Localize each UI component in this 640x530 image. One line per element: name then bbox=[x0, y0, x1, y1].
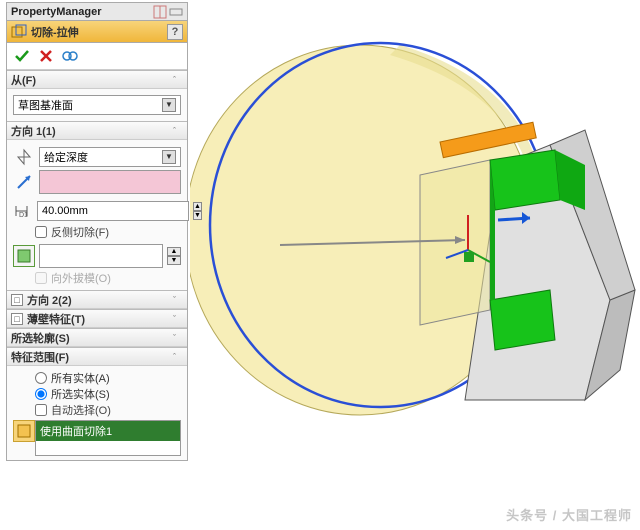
direction-arrow-icon[interactable] bbox=[13, 171, 35, 193]
section-dir1-header[interactable]: 方向 1(1) ˆ bbox=[7, 122, 187, 140]
scope-label: 特征范围(F) bbox=[11, 349, 173, 365]
section-thin: □ 薄壁特征(T) ˇ bbox=[7, 309, 187, 328]
reverse-dir-icon[interactable] bbox=[13, 146, 35, 168]
svg-text:D1: D1 bbox=[19, 212, 28, 219]
feature-title-bar: 切除-拉伸 ? bbox=[7, 21, 187, 43]
dropdown-icon: ▼ bbox=[162, 150, 176, 164]
section-dir1: 方向 1(1) ˆ 给定深度 ▼ D1 ▲▼ 反侧切除(F) bbox=[7, 121, 187, 290]
endcond-select[interactable]: 给定深度 ▼ bbox=[39, 147, 181, 167]
feature-name: 切除-拉伸 bbox=[31, 24, 167, 40]
dropdown-icon: ▼ bbox=[162, 98, 176, 112]
draft-spinner[interactable]: ▲▼ bbox=[167, 247, 181, 265]
scope-body-item[interactable]: 使用曲面切除1 bbox=[36, 421, 180, 441]
pm-title: PropertyManager bbox=[11, 6, 151, 18]
section-contours-header[interactable]: 所选轮廓(S) ˇ bbox=[7, 329, 187, 347]
draft-icon[interactable] bbox=[13, 245, 35, 267]
flip-cut-checkbox[interactable]: 反侧切除(F) bbox=[35, 224, 181, 240]
chevron-down-icon: ˇ bbox=[173, 295, 183, 305]
from-select[interactable]: 草图基准面 ▼ bbox=[13, 95, 181, 115]
contours-label: 所选轮廓(S) bbox=[11, 330, 173, 346]
section-from: 从(F) ˆ 草图基准面 ▼ bbox=[7, 70, 187, 121]
section-contours: 所选轮廓(S) ˇ bbox=[7, 328, 187, 347]
cancel-icon[interactable] bbox=[37, 47, 55, 65]
section-dir2-header[interactable]: □ 方向 2(2) ˇ bbox=[7, 291, 187, 309]
expand-icon: □ bbox=[11, 294, 23, 306]
from-value: 草图基准面 bbox=[18, 97, 73, 113]
viewport-3d[interactable]: 头条号 / 大国工程师 bbox=[190, 0, 640, 530]
thin-label: 薄壁特征(T) bbox=[27, 311, 173, 327]
property-manager-panel: PropertyManager 切除-拉伸 ? 从(F) ˆ 草图基准面 ▼ bbox=[6, 2, 188, 461]
depth-icon: D1 bbox=[13, 200, 33, 222]
scope-selected-radio[interactable]: 所选实体(S) bbox=[35, 386, 181, 402]
depth-spinner[interactable]: ▲▼ bbox=[193, 202, 202, 220]
action-row bbox=[7, 43, 187, 70]
chevron-down-icon: ˇ bbox=[173, 314, 183, 324]
chevron-up-icon: ˆ bbox=[173, 75, 183, 85]
pm-layout-icon[interactable] bbox=[153, 5, 167, 19]
body-icon[interactable] bbox=[13, 420, 35, 442]
section-dir2: □ 方向 2(2) ˇ bbox=[7, 290, 187, 309]
section-thin-header[interactable]: □ 薄壁特征(T) ˇ bbox=[7, 310, 187, 328]
section-scope-header[interactable]: 特征范围(F) ˆ bbox=[7, 348, 187, 366]
section-from-header[interactable]: 从(F) ˆ bbox=[7, 71, 187, 89]
chevron-up-icon: ˆ bbox=[173, 352, 183, 362]
ok-icon[interactable] bbox=[13, 47, 31, 65]
help-button[interactable]: ? bbox=[167, 24, 183, 40]
endcond-value: 给定深度 bbox=[44, 149, 88, 165]
cut-extrude-icon bbox=[11, 24, 27, 40]
scope-body-list[interactable]: 使用曲面切除1 bbox=[35, 420, 181, 456]
scope-all-radio[interactable]: 所有实体(A) bbox=[35, 370, 181, 386]
dir1-label: 方向 1(1) bbox=[11, 123, 173, 139]
section-scope: 特征范围(F) ˆ 所有实体(A) 所选实体(S) 自动选择(O) 使用曲面切除… bbox=[7, 347, 187, 460]
draft-slot[interactable] bbox=[39, 244, 163, 268]
chevron-up-icon: ˆ bbox=[173, 126, 183, 136]
watermark: 头条号 / 大国工程师 bbox=[506, 505, 632, 524]
pm-more-icon[interactable] bbox=[169, 5, 183, 19]
scope-auto-checkbox[interactable]: 自动选择(O) bbox=[35, 402, 181, 418]
depth-input[interactable] bbox=[37, 201, 189, 221]
direction-ref-slot[interactable] bbox=[39, 170, 181, 194]
from-label: 从(F) bbox=[11, 72, 173, 88]
draft-outward-checkbox: 向外拔模(O) bbox=[35, 270, 181, 286]
expand-icon: □ bbox=[11, 313, 23, 325]
pm-header: PropertyManager bbox=[7, 3, 187, 21]
chevron-down-icon: ˇ bbox=[173, 333, 183, 343]
dir2-label: 方向 2(2) bbox=[27, 292, 173, 308]
preview-icon[interactable] bbox=[61, 47, 79, 65]
